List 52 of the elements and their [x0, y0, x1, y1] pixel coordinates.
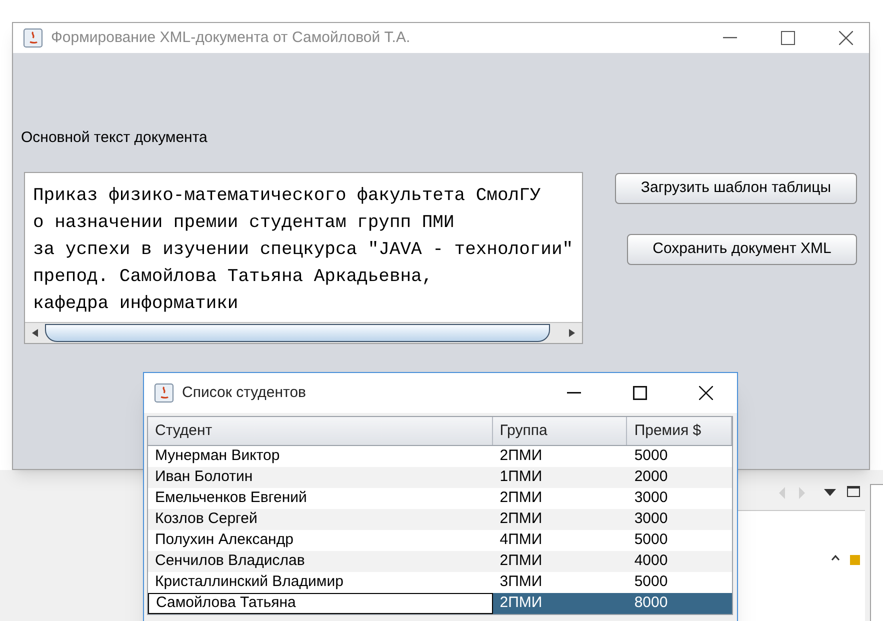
table-cell[interactable]: 1ПМИ — [492, 467, 628, 488]
table-cell[interactable]: 8000 — [627, 593, 732, 614]
column-header[interactable]: Премия $ — [627, 417, 732, 445]
column-header[interactable]: Группа — [492, 417, 628, 445]
close-icon[interactable] — [699, 386, 713, 400]
document-text-line: препод. Самойлова Татьяна Аркадьевна, — [33, 266, 433, 289]
table-cell[interactable]: 2ПМИ — [492, 593, 628, 614]
scrollbar-thumb[interactable] — [45, 324, 550, 342]
table-cell[interactable]: 4000 — [627, 551, 732, 572]
save-xml-button[interactable]: Сохранить документ XML — [627, 234, 857, 265]
table-cell[interactable]: 4ПМИ — [492, 530, 628, 551]
table-cell[interactable]: Мунерман Виктор — [148, 446, 493, 467]
table-cell[interactable]: 2000 — [627, 467, 732, 488]
table-cell[interactable]: Емельченков Евгений — [148, 488, 493, 509]
table-cell[interactable]: 5000 — [627, 530, 732, 551]
window-title: Список студентов — [182, 382, 308, 403]
table-cell[interactable]: 3000 — [627, 488, 732, 509]
dropdown-triangle-icon[interactable] — [824, 489, 836, 496]
table-cell[interactable]: Козлов Сергей — [148, 509, 493, 530]
table-cell[interactable]: Полухин Александр — [148, 530, 493, 551]
maximize-icon[interactable] — [847, 486, 860, 497]
table-cell[interactable]: Сенчилов Владислав — [148, 551, 493, 572]
document-text-line: кафедра информатики — [33, 293, 238, 316]
table-cell[interactable]: 3000 — [627, 509, 732, 530]
table-cell[interactable]: 2ПМИ — [492, 488, 628, 509]
table-cell[interactable]: 2ПМИ — [492, 551, 628, 572]
table-cell[interactable]: Самойлова Татьяна — [148, 593, 493, 614]
app-icon — [154, 383, 174, 403]
minimize-icon[interactable] — [723, 37, 737, 39]
caret-icon[interactable] — [831, 555, 840, 561]
maximize-icon[interactable] — [781, 31, 795, 45]
table-cell[interactable]: 2ПМИ — [492, 509, 628, 530]
maximize-icon[interactable] — [633, 386, 647, 400]
document-text-line: за успехи в изучении спецкурса "JAVA - технологии" — [33, 239, 574, 262]
document-text-line: Приказ физико-математического факультета СмолГУ — [33, 185, 541, 208]
table-cell[interactable]: Кристаллинский Владимир — [148, 572, 493, 593]
minimize-icon[interactable] — [567, 392, 581, 394]
load-template-button[interactable]: Загрузить шаблон таблицы — [615, 173, 857, 204]
table-cell[interactable]: 5000 — [627, 572, 732, 593]
window-title: Формирование XML-документа от Самойловой Т.А. — [51, 28, 412, 48]
table-cell[interactable]: 3ПМИ — [492, 572, 628, 593]
table-cell[interactable]: 5000 — [627, 446, 732, 467]
close-icon[interactable] — [839, 31, 853, 45]
text-label: Основной текст документа — [21, 128, 208, 148]
table-cell[interactable]: 2ПМИ — [492, 446, 628, 467]
horizontal-scrollbar[interactable] — [25, 322, 582, 343]
document-text-line: о назначении премии студентам групп ПМИ — [33, 212, 454, 235]
document-text-area[interactable]: Приказ физико-математического факультета СмолГУ о назначении премии студентам групп ПМИ за успехи в изучении спецкурса "JAVA - технологии" препод. Самойлова Татьяна Аркадьевна, кафедра информатики — [24, 172, 583, 344]
column-header[interactable]: Студент — [148, 417, 493, 445]
table-cell[interactable]: Иван Болотин — [148, 467, 493, 488]
app-icon — [23, 28, 43, 48]
warning-marker-icon — [850, 555, 860, 565]
